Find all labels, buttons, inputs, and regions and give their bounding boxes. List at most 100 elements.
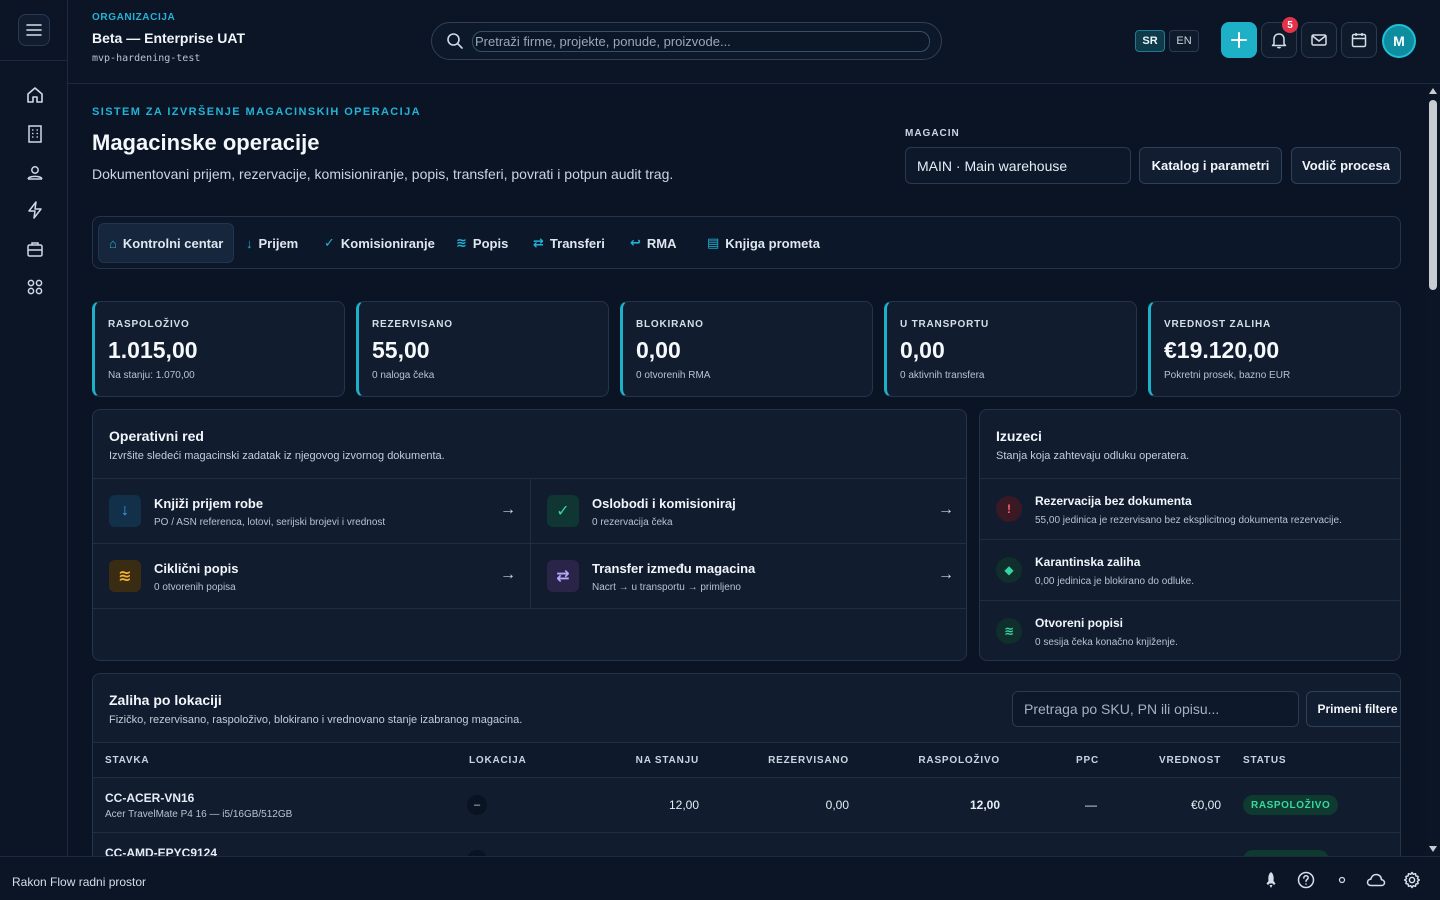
scroll-up-icon[interactable]: [1429, 88, 1437, 94]
catalog-parameters-button[interactable]: Katalog i parametri: [1139, 147, 1282, 184]
column-status[interactable]: STATUS: [1243, 755, 1286, 766]
task-book-receipt[interactable]: ↓ Knjiži prijem robe PO / ASN referenca,…: [93, 479, 530, 543]
task-title: Knjiži prijem robe: [154, 496, 264, 511]
exception-open-counts[interactable]: ≋ Otvoreni popisi 0 sesija čeka konačno …: [980, 601, 1400, 660]
kpi-label: RASPOLOŽIVO: [108, 319, 190, 330]
arrow-right-icon: →: [500, 566, 516, 583]
row-sku: CC-ACER-VN16: [105, 791, 195, 805]
row-sku: CC-AMD-EPYC9124: [105, 846, 218, 856]
column-available[interactable]: RASPOLOŽIVO: [880, 755, 1000, 766]
operations-queue-panel: Operativni red Izvršite sledeći magacins…: [92, 409, 967, 661]
messages-button[interactable]: [1301, 22, 1337, 58]
arrow-down-icon: ↓: [246, 235, 253, 251]
tab-rma[interactable]: ↩ RMA: [620, 223, 687, 263]
org-name: Beta — Enterprise UAT: [92, 30, 245, 46]
exception-reservation-no-document[interactable]: ! Rezervacija bez dokumenta 55,00 jedini…: [980, 479, 1400, 540]
cloud-icon: [1366, 873, 1386, 887]
help-button[interactable]: [1296, 870, 1316, 890]
gear-icon: [1403, 871, 1421, 889]
stock-subtitle: Fizičko, rezervisano, raspoloživo, bloki…: [109, 714, 523, 726]
tab-picking[interactable]: ✓ Komisioniranje: [314, 223, 445, 263]
arrow-right-icon: →: [500, 501, 516, 518]
row-description: Acer TravelMate P4 16 — i5/16GB/512GB: [105, 809, 293, 820]
menu-toggle-button[interactable]: [18, 14, 50, 46]
kpi-blocked: BLOKIRANO 0,00 0 otvorenih RMA: [620, 301, 873, 397]
row-on-hand: 12,00: [668, 798, 699, 812]
check-icon: ✓: [324, 235, 335, 250]
exception-title: Rezervacija bez dokumenta: [1035, 494, 1192, 508]
task-cycle-count[interactable]: ≋ Ciklični popis 0 otvorenih popisa →: [93, 544, 530, 608]
kpi-value: 0,00: [636, 337, 681, 363]
notifications-button[interactable]: 5: [1261, 17, 1298, 58]
user-avatar[interactable]: M: [1382, 24, 1416, 58]
tab-label: Transferi: [549, 235, 605, 251]
stock-table-header: STAVKA LOKACIJA NA STANJU REZERVISANO RA…: [93, 742, 1400, 778]
kpi-subtext: 0 naloga čeka: [372, 370, 435, 381]
scrollbar-thumb[interactable]: [1429, 100, 1437, 290]
settings-button[interactable]: [1402, 870, 1422, 890]
tab-ledger[interactable]: ▤ Knjiga prometa: [697, 223, 830, 263]
task-subtitle: PO / ASN referenca, lotovi, serijski bro…: [154, 517, 386, 528]
sidebar-item-apps[interactable]: [22, 274, 48, 300]
column-reserved[interactable]: REZERVISANO: [729, 755, 849, 766]
kpi-label: BLOKIRANO: [636, 319, 704, 330]
page-scrollbar[interactable]: [1426, 84, 1440, 856]
org-slug: mvp-hardening-test: [92, 53, 201, 64]
global-search-input[interactable]: [472, 31, 930, 52]
calendar-button[interactable]: [1341, 22, 1377, 58]
row-ppc: —: [1085, 798, 1097, 812]
table-row[interactable]: CC-ACER-VN16 Acer TravelMate P4 16 — i5/…: [93, 778, 1400, 833]
column-on-hand[interactable]: NA STANJU: [599, 755, 699, 766]
task-warehouse-transfer[interactable]: ⇄ Transfer između magacina Nacrt → u tra…: [531, 544, 966, 608]
notification-count-badge: 5: [1282, 17, 1298, 33]
kpi-subtext: 0 otvorenih RMA: [636, 370, 711, 381]
tab-label: Kontrolni centar: [122, 235, 224, 251]
tab-control-center[interactable]: ⌂ Kontrolni centar: [98, 223, 235, 263]
warehouse-select[interactable]: MAIN · Main warehouse: [905, 147, 1131, 184]
apply-filters-button[interactable]: Primeni filtere: [1306, 691, 1400, 727]
task-title: Oslobodi i komisioniraj: [592, 496, 736, 511]
check-icon: ✓: [547, 495, 579, 527]
kpi-subtext: Na stanju: 1.070,00: [108, 370, 195, 381]
table-row[interactable]: CC-AMD-EPYC9124: [93, 833, 1400, 856]
tab-label: Prijem: [258, 235, 299, 251]
exception-quarantine-stock[interactable]: ◆ Karantinska zaliha 0,00 jedinica je bl…: [980, 540, 1400, 601]
language-en-button[interactable]: EN: [1169, 30, 1199, 52]
users-icon: [27, 166, 43, 180]
organization-switcher[interactable]: ORGANIZACIJA Beta — Enterprise UAT mvp-h…: [92, 12, 245, 64]
briefcase-icon: [27, 242, 43, 257]
column-value[interactable]: VREDNOST: [1121, 755, 1221, 766]
kpi-value: 1.015,00: [108, 337, 198, 363]
process-guide-button[interactable]: Vodič procesa: [1291, 147, 1401, 184]
workspace-label: Rakon Flow radni prostor: [12, 875, 147, 889]
kpi-stock-value: VREDNOST ZALIHA €19.120,00 Pokretni pros…: [1148, 301, 1401, 397]
sidebar-item-home[interactable]: [22, 82, 48, 108]
create-new-button[interactable]: [1221, 22, 1257, 58]
tab-inventory-count[interactable]: ≋ Popis: [446, 223, 518, 263]
swap-icon: ⇄: [547, 560, 579, 592]
stock-search-input[interactable]: [1012, 691, 1299, 727]
column-ppc[interactable]: PPC: [1076, 755, 1099, 766]
rocket-button[interactable]: [1261, 870, 1281, 890]
kpi-available: RASPOLOŽIVO 1.015,00 Na stanju: 1.070,00: [92, 301, 345, 397]
sidebar-item-contacts[interactable]: [22, 160, 48, 186]
sidebar-item-warehouse[interactable]: [22, 236, 48, 262]
language-sr-button[interactable]: SR: [1135, 30, 1165, 52]
column-item[interactable]: STAVKA: [105, 755, 149, 766]
kpi-in-transit: U TRANSPORTU 0,00 0 aktivnih transfera: [884, 301, 1137, 397]
warehouse-label: MAGACIN: [905, 128, 960, 139]
exception-title: Otvoreni popisi: [1035, 616, 1124, 630]
main-content: SISTEM ZA IZVRŠENJE MAGACINSKIH OPERACIJ…: [68, 84, 1426, 856]
tab-transfers[interactable]: ⇄ Transferi: [523, 223, 615, 263]
scroll-down-icon[interactable]: [1429, 846, 1437, 852]
exceptions-panel: Izuzeci Stanja koja zahtevaju odluku ope…: [979, 409, 1401, 661]
task-subtitle: 0 otvorenih popisa: [154, 582, 236, 593]
sidebar-item-companies[interactable]: [22, 121, 48, 147]
sidebar-item-automation[interactable]: [22, 197, 48, 223]
task-release-pick[interactable]: ✓ Oslobodi i komisioniraj 0 rezervacija …: [531, 479, 966, 543]
tab-receiving[interactable]: ↓ Prijem: [236, 223, 308, 263]
hamburger-icon: [26, 24, 42, 36]
column-location[interactable]: LOKACIJA: [469, 755, 527, 766]
tab-label: Komisioniranje: [340, 235, 435, 251]
cloud-sync-button[interactable]: [1366, 870, 1386, 890]
